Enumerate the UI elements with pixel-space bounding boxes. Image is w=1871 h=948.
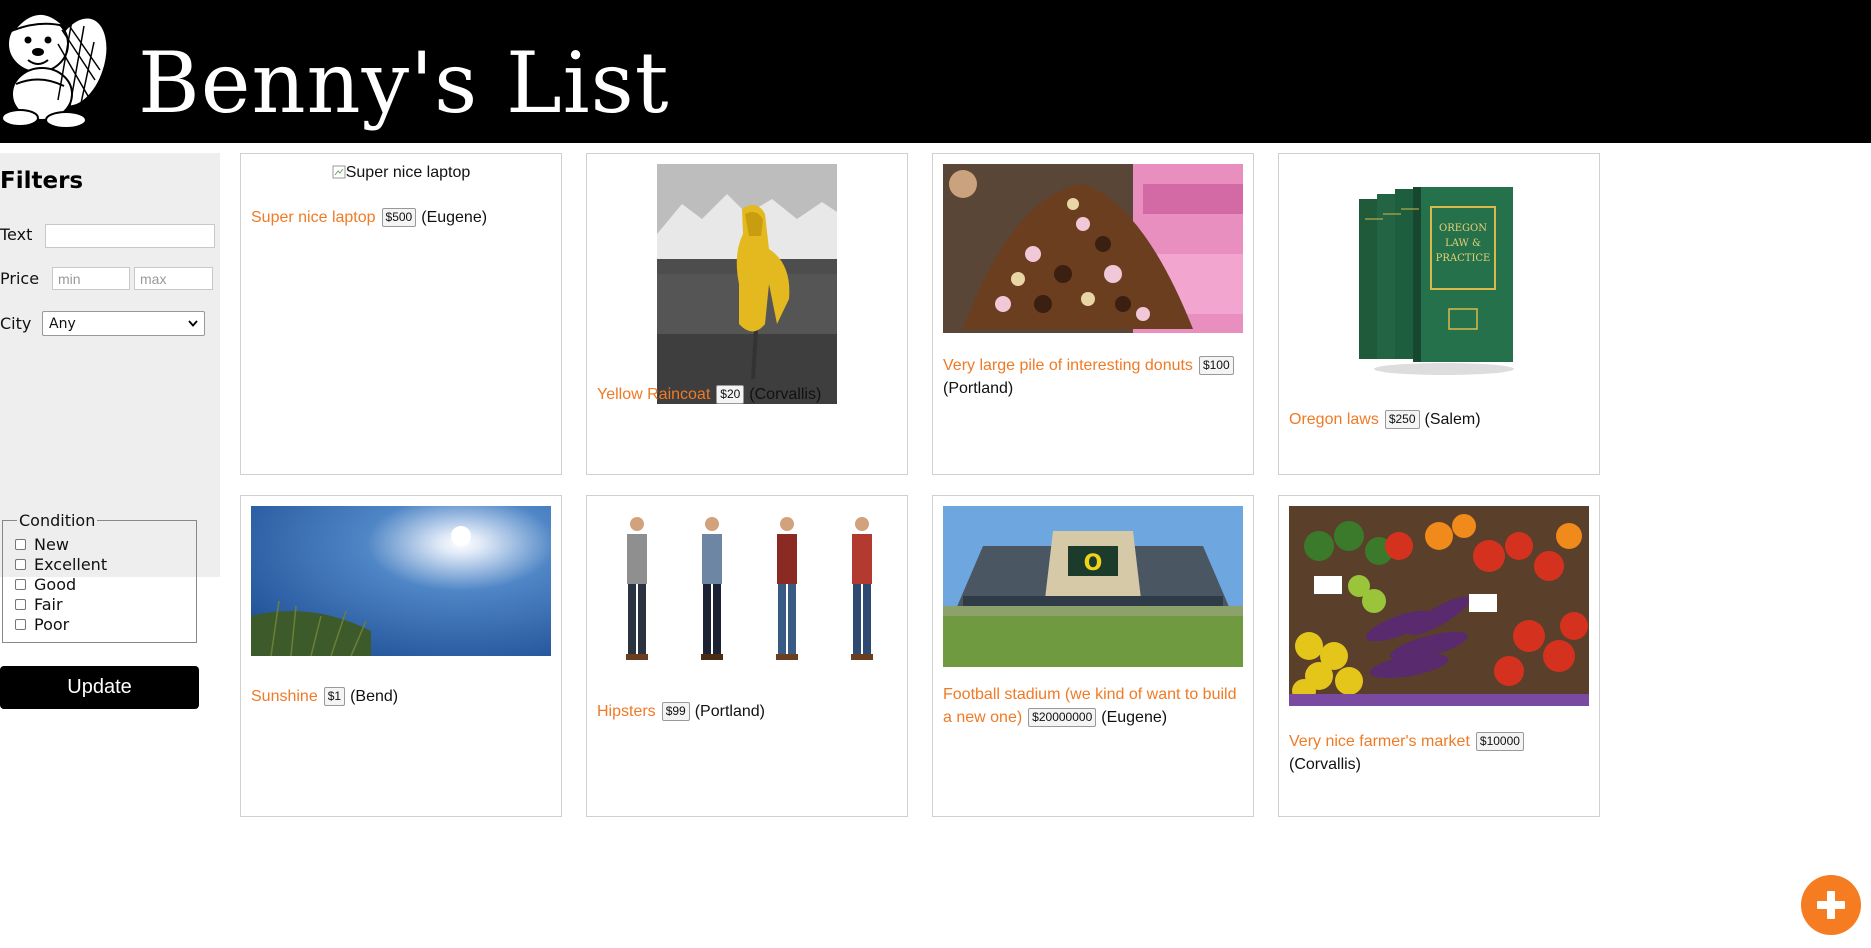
city-select-value: Any <box>49 315 76 332</box>
checkbox[interactable] <box>15 578 26 590</box>
filters-heading: Filters <box>0 168 84 194</box>
price-badge: $20000000 <box>1028 708 1097 727</box>
post-info: Sunshine $1 (Bend) <box>251 685 551 708</box>
chevron-down-icon <box>188 320 198 327</box>
post-card[interactable]: Super nice laptop Super nice laptop $500(… <box>240 153 562 475</box>
price-badge: $99 <box>661 702 690 721</box>
checkbox[interactable] <box>15 618 26 630</box>
plus-icon <box>1817 891 1845 919</box>
post-info: Very nice farmer's market $10000 (Corvalli… <box>1289 730 1589 776</box>
post-image[interactable] <box>657 164 837 404</box>
condition-option-label: New <box>34 534 69 554</box>
post-image[interactable]: OREGON LAW & PRACTICE <box>1349 179 1529 379</box>
price-min-input[interactable] <box>52 267 130 290</box>
checkbox[interactable] <box>15 538 26 550</box>
post-info: Football stadium (we kind of want to bui… <box>943 683 1243 729</box>
checkbox[interactable] <box>15 598 26 610</box>
condition-option-poor[interactable]: Poor <box>15 614 196 634</box>
post-title[interactable]: Super nice laptop <box>251 209 376 226</box>
post-city: (Portland) <box>694 703 765 720</box>
post-card[interactable]: Very nice farmer's market $10000 (Corvalli… <box>1278 495 1600 817</box>
site-header: Benny's List <box>0 0 1871 143</box>
post-card[interactable]: Sunshine $1 (Bend) <box>240 495 562 817</box>
svg-text:OREGON: OREGON <box>1439 223 1487 234</box>
post-city: (Bend) <box>350 688 399 705</box>
site-title[interactable]: Benny's List <box>138 28 670 138</box>
svg-text:PRACTICE: PRACTICE <box>1436 253 1491 264</box>
post-info: Oregon laws $250 (Salem) <box>1289 408 1589 431</box>
post-card[interactable]: OREGON LAW & PRACTICE Oregon laws $250 (Sa… <box>1278 153 1600 475</box>
condition-option-label: Fair <box>34 594 63 614</box>
update-button[interactable]: Update <box>0 666 199 709</box>
price-filter-label: Price <box>0 269 40 288</box>
condition-legend: Condition <box>19 511 96 530</box>
post-title[interactable]: Oregon laws <box>1289 411 1379 428</box>
post-info: Hipsters $99 (Portland) <box>597 700 897 723</box>
post-image[interactable] <box>943 164 1243 333</box>
beaver-mascot-icon[interactable] <box>0 0 110 130</box>
city-filter-label: City <box>0 314 32 333</box>
post-title[interactable]: Sunshine <box>251 688 318 705</box>
post-card[interactable]: Very large pile of interesting donuts $10… <box>932 153 1254 475</box>
price-badge: $10000 <box>1475 732 1524 751</box>
post-city: (Eugene) <box>1101 709 1168 726</box>
broken-image-icon <box>332 165 346 179</box>
condition-fieldset: Condition New Excellent Good Fair Poor <box>2 511 197 643</box>
post-image[interactable] <box>251 506 551 656</box>
post-city: (Corvallis) <box>1289 756 1361 773</box>
condition-option-new[interactable]: New <box>15 534 196 554</box>
condition-option-label: Poor <box>34 614 70 634</box>
post-city: (Eugene) <box>421 209 488 226</box>
condition-option-good[interactable]: Good <box>15 574 196 594</box>
post-card[interactable]: Yellow Raincoat $20 (Corvallis) <box>586 153 908 475</box>
price-max-input[interactable] <box>134 267 213 290</box>
price-badge: $100 <box>1198 356 1234 375</box>
condition-option-label: Good <box>34 574 77 594</box>
post-image[interactable]: O <box>943 506 1243 667</box>
price-badge: $250 <box>1384 410 1420 429</box>
post-title[interactable]: Very nice farmer's market <box>1289 733 1470 750</box>
price-badge: $500 <box>381 208 417 227</box>
post-info: Super nice laptop $500 (Eugene) <box>251 206 551 229</box>
condition-option-excellent[interactable]: Excellent <box>15 554 196 574</box>
post-city: (Portland) <box>943 380 1014 397</box>
text-filter-input[interactable] <box>45 224 215 248</box>
post-title[interactable]: Very large pile of interesting donuts <box>943 357 1193 374</box>
city-select[interactable]: Any <box>42 311 205 336</box>
post-city: (Salem) <box>1424 411 1481 428</box>
post-info: Very large pile of interesting donuts $10… <box>943 354 1243 400</box>
svg-text:LAW &: LAW & <box>1445 238 1481 249</box>
post-image-alt: Super nice laptop <box>345 164 471 181</box>
post-card[interactable]: O Football stadium (we kind of want to b… <box>932 495 1254 817</box>
post-image-broken: Super nice laptop <box>241 164 561 182</box>
post-info: Yellow Raincoat $20 (Corvallis) <box>597 383 897 406</box>
post-card[interactable]: Hipsters $99 (Portland) <box>586 495 908 817</box>
svg-text:O: O <box>1084 551 1103 576</box>
condition-option-label: Excellent <box>34 554 108 574</box>
condition-option-fair[interactable]: Fair <box>15 594 196 614</box>
filters-sidebar: Filters Text Price City Any Condition Ne… <box>0 153 220 709</box>
post-image[interactable] <box>597 506 897 671</box>
price-badge: $1 <box>323 687 346 706</box>
post-city: (Corvallis) <box>749 386 822 403</box>
post-title[interactable]: Hipsters <box>597 703 656 720</box>
post-image[interactable] <box>1289 506 1589 706</box>
text-filter-label: Text <box>0 225 33 244</box>
add-post-button[interactable] <box>1801 875 1861 935</box>
price-badge: $20 <box>716 385 745 404</box>
post-title[interactable]: Yellow Raincoat <box>597 386 710 403</box>
checkbox[interactable] <box>15 558 26 570</box>
